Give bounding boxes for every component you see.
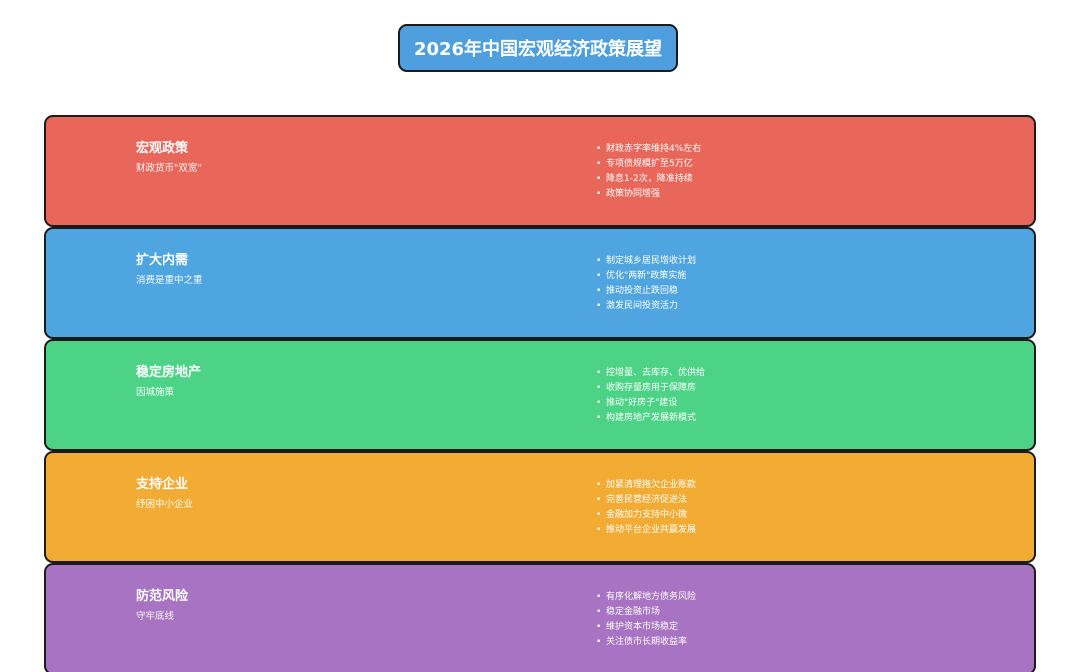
list-item: 收购存量房用于保障房 [596,381,705,396]
list-item: 推动投资止跌回稳 [596,284,696,299]
section-subheading: 财政货币"双宽" [136,163,202,174]
list-item: 控增量、去库存、优供给 [596,366,705,381]
title-box: 2026年中国宏观经济政策展望 [398,24,678,72]
section-subheading: 因城施策 [136,387,175,398]
section-subheading: 消费是重中之重 [136,275,203,286]
list-item: 加紧清理拖欠企业账款 [596,478,696,493]
section-header: 稳定房地产 因城施策 [136,365,201,399]
section-risk-prevention: 防范风险 守牢底线 有序化解地方债务风险 稳定金融市场 维护资本市场稳定 关注债… [44,563,1036,672]
page-title: 2026年中国宏观经济政策展望 [413,39,663,60]
policy-outlook-diagram: 2026年中国宏观经济政策展望 宏观政策 财政货币"双宽" 财政赤字率维持4%左… [0,0,1080,672]
list-item: 完善民营经济促进法 [596,493,696,508]
list-item: 降息1-2次，降准持续 [596,172,701,187]
section-heading: 扩大内需 [136,253,189,268]
list-item: 有序化解地方债务风险 [596,590,696,605]
section-real-estate: 稳定房地产 因城施策 控增量、去库存、优供给 收购存量房用于保障房 推动"好房子… [44,339,1036,451]
section-points: 制定城乡居民增收计划 优化"两新"政策实施 推动投资止跌回稳 激发民间投资活力 [596,254,696,314]
list-item: 政策协同增强 [596,187,701,202]
list-item: 构建房地产发展新模式 [596,411,705,426]
section-points: 控增量、去库存、优供给 收购存量房用于保障房 推动"好房子"建设 构建房地产发展… [596,366,705,426]
section-subheading: 守牢底线 [136,611,175,622]
section-header: 支持企业 纾困中小企业 [136,477,193,511]
section-header: 宏观政策 财政货币"双宽" [136,141,202,175]
list-item: 金融加力支持中小微 [596,508,696,523]
list-item: 关注债市长期收益率 [596,635,696,650]
section-heading: 防范风险 [136,589,189,604]
list-item: 专项债规模扩至5万亿 [596,157,701,172]
list-item: 制定城乡居民增收计划 [596,254,696,269]
list-item: 激发民间投资活力 [596,299,696,314]
list-item: 推动平台企业共赢发展 [596,523,696,538]
section-macro-policy: 宏观政策 财政货币"双宽" 财政赤字率维持4%左右 专项债规模扩至5万亿 降息1… [44,115,1036,227]
list-item: 优化"两新"政策实施 [596,269,696,284]
section-header: 防范风险 守牢底线 [136,589,188,623]
section-points: 加紧清理拖欠企业账款 完善民营经济促进法 金融加力支持中小微 推动平台企业共赢发… [596,478,696,538]
section-heading: 支持企业 [136,477,189,492]
section-points: 财政赤字率维持4%左右 专项债规模扩至5万亿 降息1-2次，降准持续 政策协同增… [596,142,701,202]
section-heading: 稳定房地产 [136,365,202,380]
section-heading: 宏观政策 [136,141,189,156]
list-item: 稳定金融市场 [596,605,696,620]
section-domestic-demand: 扩大内需 消费是重中之重 制定城乡居民增收计划 优化"两新"政策实施 推动投资止… [44,227,1036,339]
section-header: 扩大内需 消费是重中之重 [136,253,203,287]
list-item: 维护资本市场稳定 [596,620,696,635]
list-item: 财政赤字率维持4%左右 [596,142,701,157]
section-points: 有序化解地方债务风险 稳定金融市场 维护资本市场稳定 关注债市长期收益率 [596,590,696,650]
list-item: 推动"好房子"建设 [596,396,705,411]
section-support-enterprises: 支持企业 纾困中小企业 加紧清理拖欠企业账款 完善民营经济促进法 金融加力支持中… [44,451,1036,563]
section-subheading: 纾困中小企业 [136,499,194,510]
